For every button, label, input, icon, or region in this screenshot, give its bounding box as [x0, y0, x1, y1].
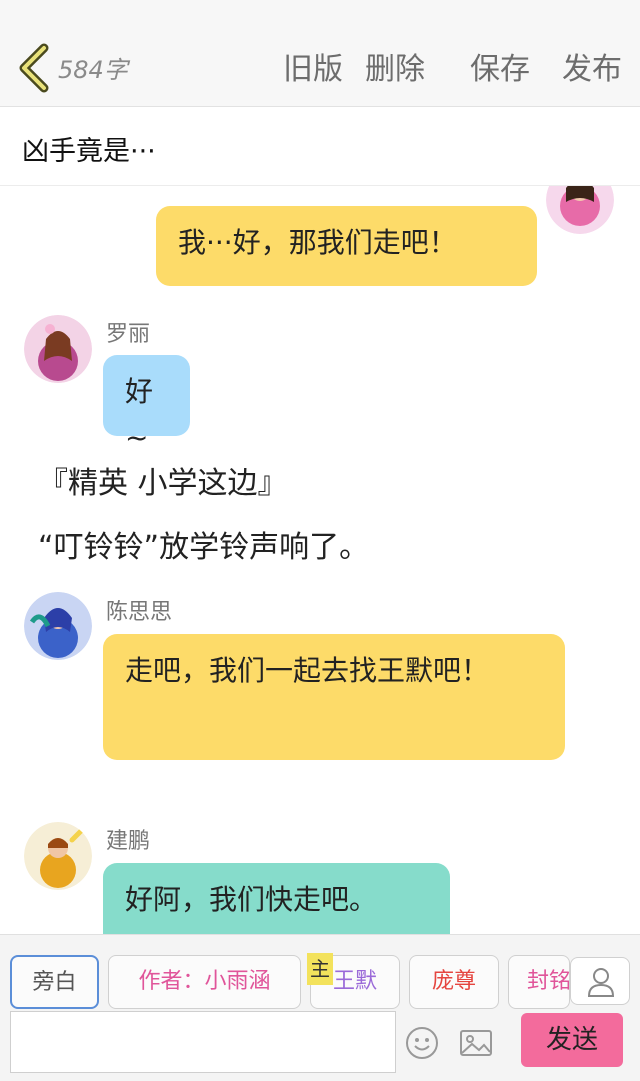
narration-line: “叮铃铃”放学铃声响了。 — [38, 530, 370, 565]
message-bubble-4[interactable]: 好阿，我们快走吧。 — [103, 863, 450, 934]
speaker-name: 陈思思 — [106, 600, 173, 625]
emoji-icon[interactable] — [405, 1026, 439, 1060]
character-chip-narrator[interactable]: 旁白 — [10, 955, 99, 1009]
avatar-chensisi[interactable] — [24, 592, 92, 660]
main-character-badge: 主 — [307, 953, 333, 985]
narration-line: 『精英 小学这边』 — [38, 466, 288, 501]
user-icon — [587, 968, 615, 997]
avatar[interactable] — [546, 186, 614, 234]
message-text: 走吧，我们一起去找王默吧！ — [125, 654, 490, 687]
publish-button[interactable]: 发布 — [562, 44, 622, 88]
character-chip-fengming[interactable]: 封铭 — [508, 955, 570, 1009]
word-count: 584字 — [58, 56, 128, 84]
avatar-luoli[interactable] — [24, 315, 92, 383]
message-text: 好阿，我们快走吧。 — [125, 883, 378, 916]
message-input[interactable] — [10, 1011, 396, 1073]
delete-button[interactable]: 删除 — [365, 44, 425, 88]
story-title-bar[interactable]: 凶手竟是··· — [0, 107, 640, 186]
character-chip-pangzun[interactable]: 庞尊 — [409, 955, 499, 1009]
message-text: 好~ — [125, 375, 154, 454]
back-chevron-icon[interactable] — [14, 42, 54, 94]
save-button[interactable]: 保存 — [470, 44, 530, 88]
speaker-name: 罗丽 — [106, 322, 151, 347]
speaker-name: 建鹏 — [106, 829, 151, 854]
avatar-jianpeng[interactable] — [24, 822, 92, 890]
old-version-button[interactable]: 旧版 — [283, 44, 343, 88]
message-text: 我···好，那我们走吧！ — [178, 226, 457, 259]
send-button[interactable]: 发送 — [521, 1013, 623, 1067]
message-bubble-3[interactable]: 走吧，我们一起去找王默吧！ — [103, 634, 565, 760]
message-bubble-2[interactable]: 好~ — [103, 355, 190, 454]
add-character-button[interactable] — [570, 957, 630, 1005]
image-icon[interactable] — [459, 1026, 493, 1060]
message-bubble-1[interactable]: 我···好，那我们走吧！ — [156, 206, 537, 286]
story-title: 凶手竟是··· — [22, 136, 156, 167]
chat-area[interactable]: 我···好，那我们走吧！ 罗丽 好~ 『精英 小学这边』 “叮铃铃”放学铃声响了… — [0, 186, 640, 934]
character-chip-author[interactable]: 作者：小雨涵 — [108, 955, 301, 1009]
top-bar: 584字 旧版 删除 保存 发布 — [0, 0, 640, 107]
